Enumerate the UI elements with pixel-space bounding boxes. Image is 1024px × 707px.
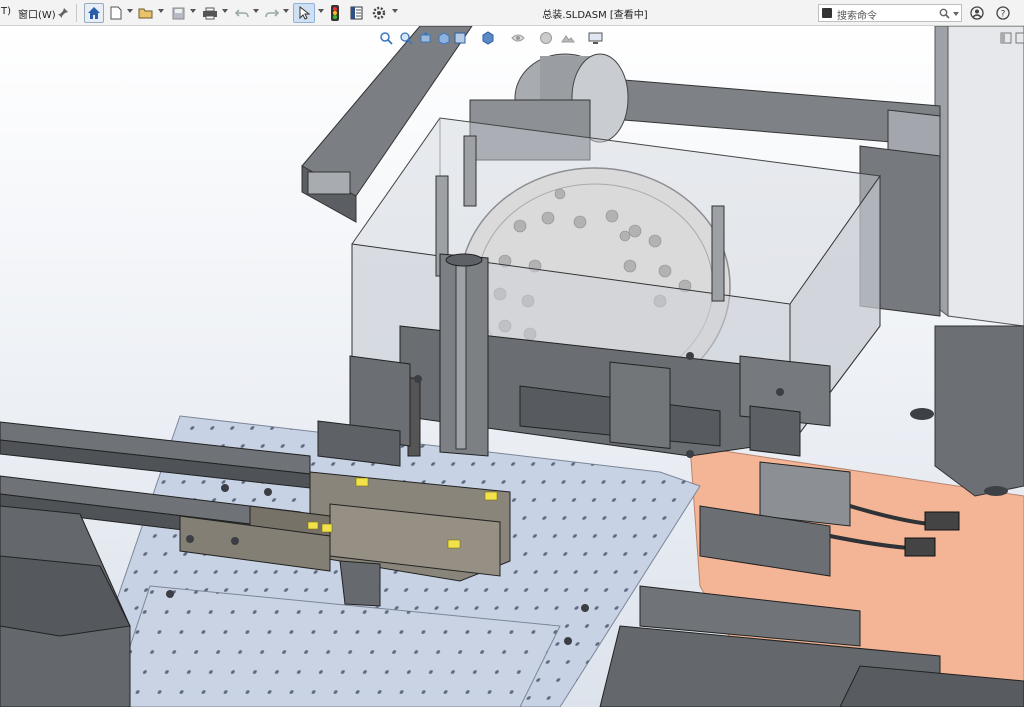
zoom-to-fit-icon[interactable]: [378, 30, 394, 46]
home-icon[interactable]: [84, 3, 104, 23]
help-icon[interactable]: ?: [994, 3, 1012, 23]
save-icon[interactable]: [170, 3, 186, 23]
pin-icon[interactable]: [56, 3, 70, 23]
document-title: 总装.SLDASM [查看中]: [542, 10, 648, 21]
command-prompt-icon: [822, 8, 832, 18]
redo-icon[interactable]: [264, 3, 280, 23]
chevron-down-icon[interactable]: [283, 9, 289, 13]
undo-icon[interactable]: [234, 3, 250, 23]
section-view-icon[interactable]: [436, 30, 452, 46]
open-folder-icon[interactable]: [137, 3, 155, 23]
chevron-down-icon[interactable]: [190, 9, 196, 13]
scene-icon[interactable]: [560, 30, 576, 46]
view-settings-icon[interactable]: [588, 30, 604, 46]
edit-appearance-icon[interactable]: [538, 30, 554, 46]
chevron-down-icon[interactable]: [392, 9, 398, 13]
menu-item-window[interactable]: 窗口(W): [18, 6, 56, 21]
previous-view-icon[interactable]: [418, 30, 434, 46]
view-orientation-icon[interactable]: [452, 30, 468, 46]
select-cursor-icon[interactable]: [293, 3, 315, 23]
chevron-down-icon[interactable]: [158, 9, 164, 13]
menu-item-tools-partial[interactable]: T): [1, 6, 11, 17]
chevron-down-icon[interactable]: [953, 12, 959, 16]
search-placeholder: 搜索命令: [837, 11, 877, 22]
search-icon[interactable]: [939, 8, 950, 19]
new-document-icon[interactable]: [108, 3, 124, 23]
maximize-pane-icon[interactable]: [1012, 30, 1024, 46]
options-gear-icon[interactable]: [370, 3, 388, 23]
hide-show-icon[interactable]: [510, 30, 526, 46]
chevron-down-icon[interactable]: [222, 9, 228, 13]
assembly-model: [0, 26, 1024, 707]
svg-text:?: ?: [1001, 10, 1006, 20]
graphics-viewport[interactable]: [0, 26, 1024, 707]
chevron-down-icon[interactable]: [318, 9, 324, 13]
toolbar-separator: [76, 4, 77, 22]
chevron-down-icon[interactable]: [253, 9, 259, 13]
title-bar: T) 窗口(W) 总装.SLDASM [查看中] 搜索命令 ?: [0, 0, 1024, 26]
chevron-down-icon[interactable]: [127, 9, 133, 13]
search-commands-input[interactable]: 搜索命令: [818, 4, 962, 22]
file-properties-icon[interactable]: [348, 3, 364, 23]
user-account-icon[interactable]: [968, 3, 986, 23]
print-icon[interactable]: [201, 3, 219, 23]
display-style-icon[interactable]: [480, 30, 496, 46]
traffic-light-icon[interactable]: [328, 3, 342, 23]
zoom-area-icon[interactable]: [398, 30, 414, 46]
